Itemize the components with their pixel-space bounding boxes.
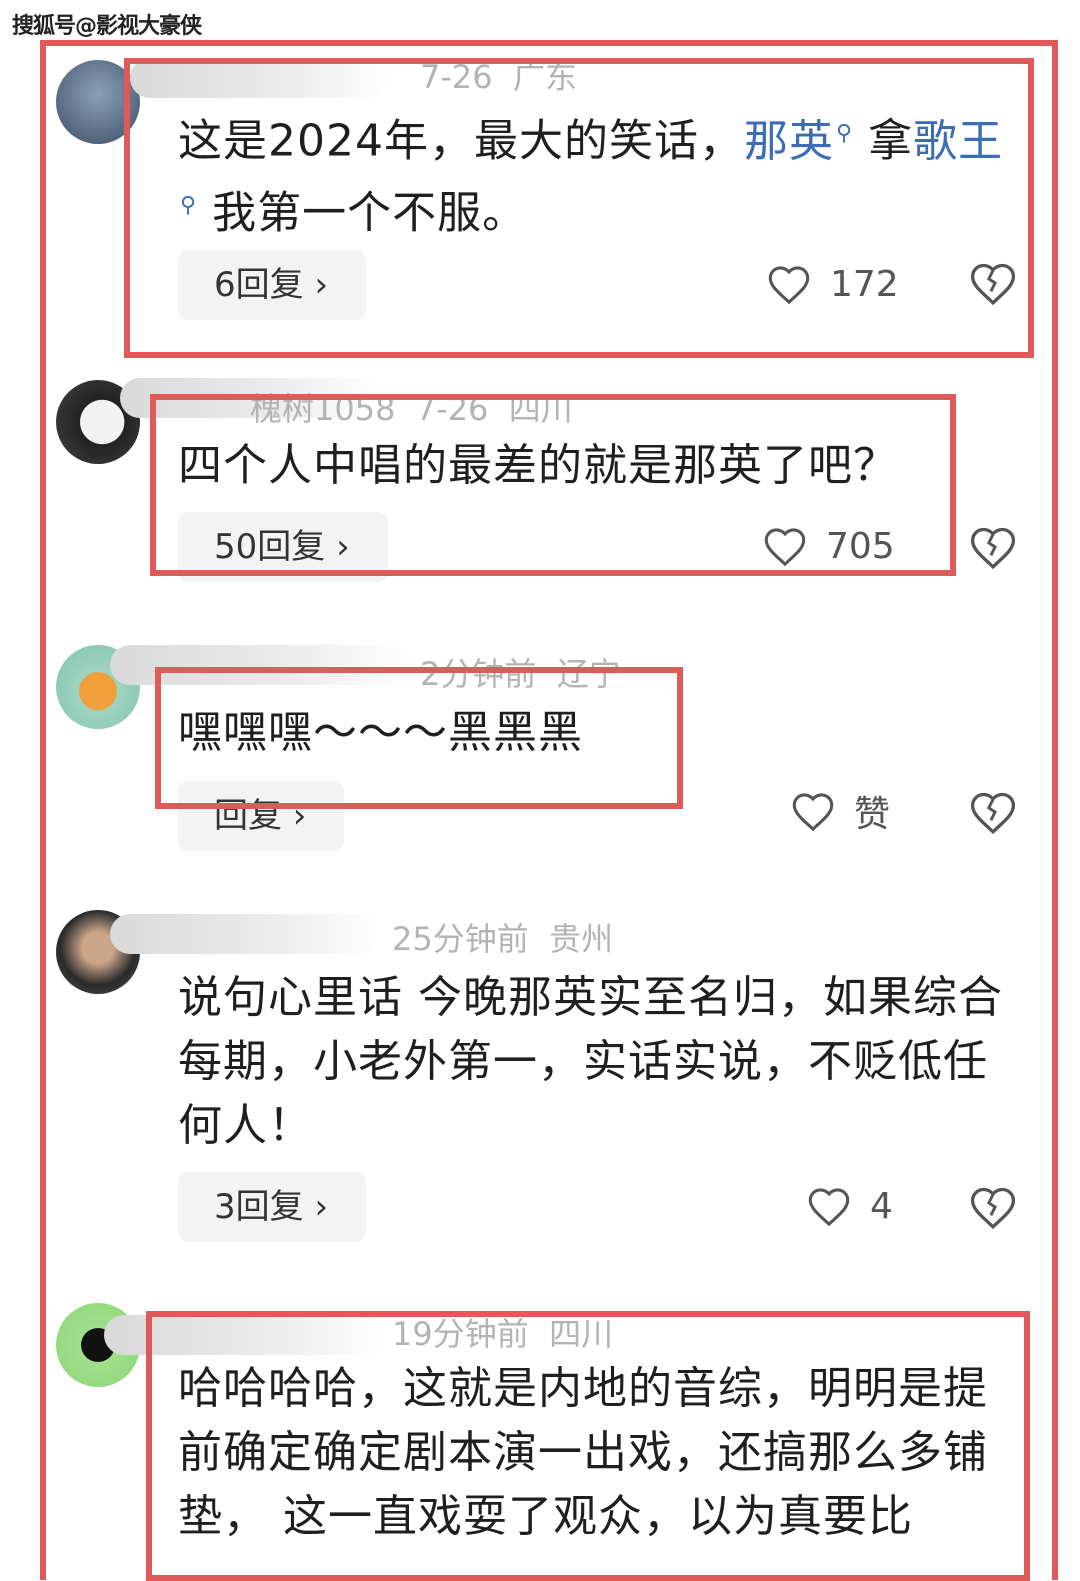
like-count: 4 (870, 1185, 893, 1227)
broken-heart-icon[interactable] (968, 1182, 1018, 1232)
like-button[interactable]: 4 (806, 1176, 893, 1236)
comment-meta: 25分钟前 贵州 (392, 920, 614, 958)
reply-button[interactable]: 3回复 › (178, 1172, 366, 1242)
like-count: 赞 (854, 794, 891, 835)
broken-heart-icon[interactable] (968, 787, 1018, 837)
highlight-box (150, 394, 956, 576)
watermark: 搜狐号@影视大豪侠 (12, 14, 202, 39)
comment-item: 7-26 广东 这是2024年，最大的笑话，那英⚲ 拿歌王⚲ 我第一个不服。 6… (0, 40, 1080, 358)
highlight-box (146, 1311, 1030, 1581)
broken-heart-icon[interactable] (968, 522, 1018, 572)
comment-text: 说句心里话 今晚那英实至名归，如果综合每期，小老外第一，实话实说，不贬低任何人！ (178, 972, 1003, 1151)
heart-outline-icon (808, 1188, 850, 1227)
comment-item: 槐树1058 7-26 四川 四个人中唱的最差的就是那英了吧？ 50回复 › 7… (0, 370, 1080, 600)
comment-item: 2分钟前 辽宁 嘿嘿嘿～～～黑黑黑 回复 › 赞 (0, 635, 1080, 865)
like-button[interactable]: 赞 (790, 781, 890, 841)
comment-item: 19分钟前 四川 哈哈哈哈，这就是内地的音综，明明是提前确定确定剧本演一出戏，还… (0, 1295, 1080, 1581)
username-blurred (110, 914, 380, 954)
heart-outline-icon (792, 793, 834, 832)
highlight-box (155, 667, 683, 809)
highlight-box (124, 58, 1034, 358)
comment-item: 25分钟前 贵州 说句心里话 今晚那英实至名归，如果综合每期，小老外第一，实话实… (0, 900, 1080, 1260)
